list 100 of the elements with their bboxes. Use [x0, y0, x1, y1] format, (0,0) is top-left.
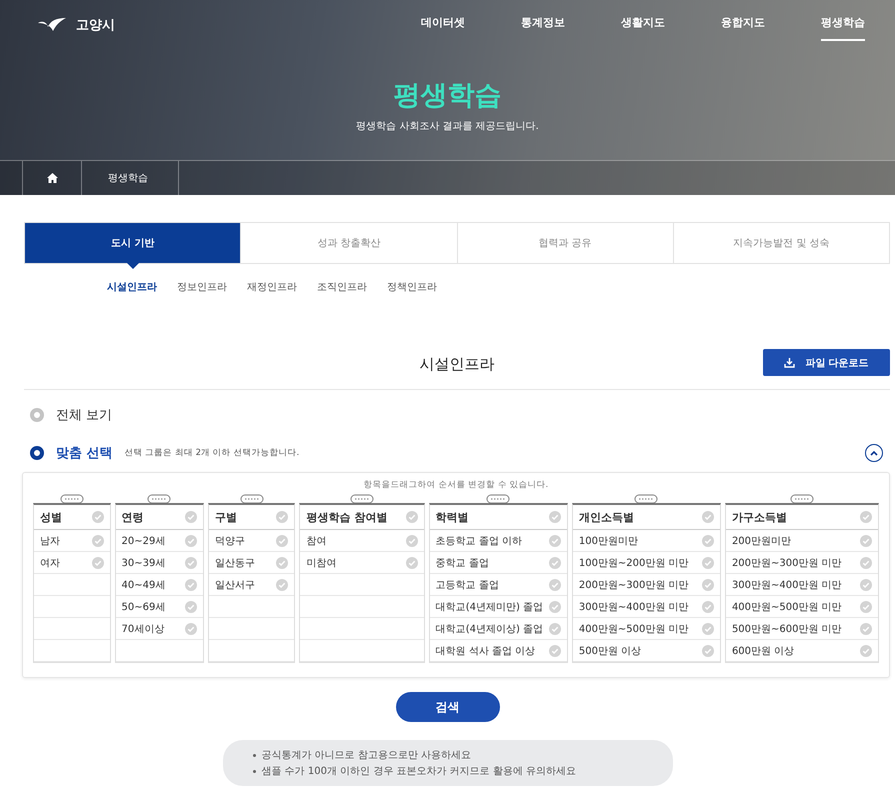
filter-option[interactable]: 400만원~500만원 미만 [726, 596, 878, 618]
check-icon[interactable] [276, 511, 288, 523]
check-icon[interactable] [860, 600, 872, 612]
filter-option[interactable]: 초등학교 졸업 이하 [430, 530, 567, 552]
check-icon[interactable] [860, 644, 872, 656]
drag-handle-icon[interactable] [350, 494, 374, 504]
check-icon[interactable] [860, 534, 872, 546]
check-icon[interactable] [702, 644, 714, 656]
filter-option[interactable]: 20~29세 [116, 530, 203, 552]
check-icon[interactable] [702, 511, 714, 523]
download-button[interactable]: 파일 다운로드 [763, 349, 890, 376]
check-icon[interactable] [860, 556, 872, 568]
filter-option[interactable]: 중학교 졸업 [430, 552, 567, 574]
check-icon[interactable] [548, 644, 561, 656]
drag-handle-icon[interactable] [790, 494, 814, 504]
filter-option[interactable]: 500만원 이상 [572, 640, 720, 662]
check-icon[interactable] [406, 511, 418, 523]
nav-link[interactable]: 통계정보 [521, 9, 565, 41]
filter-column[interactable]: 평생학습 참여별 참여 미참여 [299, 503, 425, 663]
subcategory-tab[interactable]: 정보인프라 [177, 280, 227, 294]
home-icon[interactable] [46, 173, 58, 183]
check-icon[interactable] [184, 578, 197, 590]
filter-column[interactable]: 가구소득별 200만원미만 200만원~300만원 미만 300만원~400만원 미만 400만원~500만원 미만 500만원~600만원 미만 600만원 이상 [724, 503, 879, 663]
filter-column[interactable]: 구별 덕양구 일산동구 일산서구 [208, 503, 296, 663]
check-icon[interactable] [184, 534, 197, 546]
radio-button[interactable] [30, 446, 44, 460]
check-icon[interactable] [548, 578, 561, 590]
filter-option[interactable]: 200만원~300만원 미만 [572, 574, 720, 596]
filter-option[interactable]: 30~39세 [116, 552, 203, 574]
filter-option[interactable]: 참여 [300, 530, 424, 552]
nav-link[interactable]: 데이터셋 [421, 9, 465, 41]
column-title: 연령 [122, 510, 144, 524]
check-icon[interactable] [702, 556, 714, 568]
filter-option[interactable]: 50~69세 [116, 596, 203, 618]
filter-option[interactable]: 600만원 이상 [726, 640, 878, 662]
check-icon[interactable] [548, 534, 561, 546]
subcategory-tab[interactable]: 시설인프라 [107, 280, 157, 294]
option-label[interactable]: 맞춤 선택 [56, 444, 113, 462]
filter-option[interactable]: 대학교(4년제이상) 졸업 [430, 618, 567, 640]
filter-option[interactable]: 남자 [34, 530, 110, 552]
check-icon[interactable] [702, 534, 714, 546]
filter-column[interactable]: 성별 남자 여자 [33, 503, 111, 663]
nav-link[interactable]: 융합지도 [721, 9, 765, 41]
check-icon[interactable] [702, 600, 714, 612]
filter-option[interactable]: 300만원~400만원 미만 [726, 574, 878, 596]
filter-option[interactable]: 500만원~600만원 미만 [726, 618, 878, 640]
filter-option[interactable]: 40~49세 [116, 574, 203, 596]
drag-handle-icon[interactable] [634, 494, 658, 504]
check-icon[interactable] [92, 534, 104, 546]
check-icon[interactable] [548, 600, 561, 612]
check-icon[interactable] [548, 622, 561, 634]
option-label[interactable]: 전체 보기 [56, 406, 112, 424]
filter-option[interactable]: 300만원~400만원 미만 [572, 596, 720, 618]
filter-column[interactable]: 학력별 초등학교 졸업 이하 중학교 졸업 고등학교 졸업 대학교(4년제미만) 졸업 대학교(4년제이상) 졸업 대학원 석사 졸업 이상 [428, 503, 568, 663]
check-icon[interactable] [184, 556, 197, 568]
filter-option[interactable]: 200만원미만 [726, 530, 878, 552]
filter-option[interactable]: 일산동구 [208, 552, 294, 574]
option-text: 300만원~400만원 미만 [732, 578, 842, 592]
filter-column[interactable]: 개인소득별 100만원미만 100만원~200만원 미만 200만원~300만원 미만 300만원~400만원 미만 400만원~500만원 미만 500만원 이상 [572, 503, 721, 663]
check-icon[interactable] [276, 556, 288, 568]
check-icon[interactable] [702, 622, 714, 634]
nav-link[interactable]: 평생학습 [821, 9, 865, 41]
collapse-toggle-icon[interactable] [865, 444, 883, 462]
drag-handle-icon[interactable] [486, 494, 510, 504]
check-icon[interactable] [406, 556, 418, 568]
check-icon[interactable] [860, 622, 872, 634]
drag-handle-icon[interactable] [147, 494, 172, 504]
check-icon[interactable] [184, 600, 197, 612]
option-text: 200만원미만 [732, 534, 792, 548]
filter-option[interactable]: 대학원 석사 졸업 이상 [430, 640, 567, 662]
check-icon[interactable] [548, 511, 561, 523]
filter-option[interactable]: 200만원~300만원 미만 [726, 552, 878, 574]
check-icon[interactable] [184, 622, 197, 634]
check-icon[interactable] [92, 511, 104, 523]
subcategory-tab[interactable]: 조직인프라 [317, 280, 367, 294]
check-icon[interactable] [276, 534, 288, 546]
check-icon[interactable] [406, 534, 418, 546]
filter-option[interactable]: 400만원~500만원 미만 [572, 618, 720, 640]
option-text: 대학교(4년제미만) 졸업 [436, 600, 544, 614]
filter-column[interactable]: 연령 20~29세 30~39세 40~49세 50~69세 70세이상 [114, 503, 204, 663]
check-icon[interactable] [276, 578, 288, 590]
check-icon[interactable] [548, 556, 561, 568]
search-button[interactable]: 검색 [396, 692, 500, 722]
filter-option[interactable]: 대학교(4년제미만) 졸업 [430, 596, 567, 618]
check-icon[interactable] [860, 511, 872, 523]
bullet-icon [252, 770, 256, 772]
drag-handle-icon[interactable] [60, 494, 84, 504]
check-icon[interactable] [860, 578, 872, 590]
filter-option[interactable]: 100만원~200만원 미만 [572, 552, 720, 574]
check-icon[interactable] [184, 511, 197, 523]
check-icon[interactable] [92, 556, 104, 568]
filter-option[interactable]: 고등학교 졸업 [430, 574, 567, 596]
filter-option[interactable]: 100만원미만 [572, 530, 720, 552]
check-icon[interactable] [702, 578, 714, 590]
subcategory-tab[interactable]: 정책인프라 [387, 280, 437, 294]
breadcrumb-item[interactable]: 평생학습 [82, 161, 179, 195]
drag-handle-icon[interactable] [240, 494, 264, 504]
subcategory-tab[interactable]: 재정인프라 [247, 280, 297, 294]
filter-option[interactable]: 덕양구 [208, 530, 294, 552]
nav-link[interactable]: 생활지도 [621, 9, 665, 41]
